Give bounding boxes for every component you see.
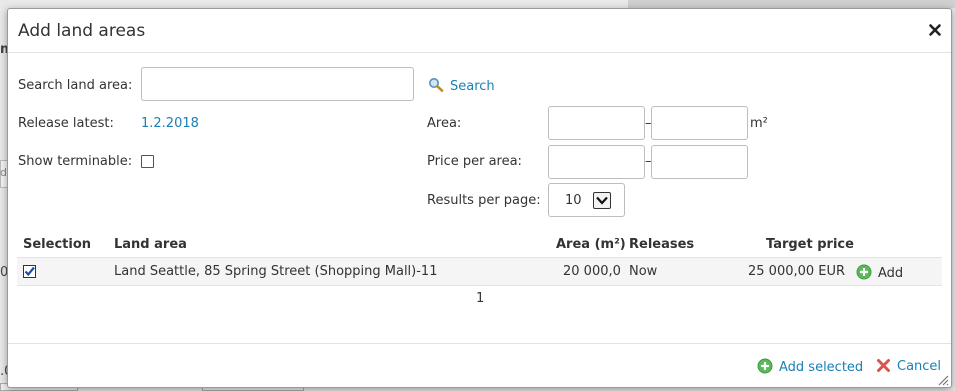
cell-target-price: 25 000,00 EUR <box>748 264 846 279</box>
magnifier-icon <box>428 77 444 96</box>
results-per-page-label: Results per page: <box>427 193 541 208</box>
column-header-selection: Selection <box>23 237 92 252</box>
background-header-strip <box>628 0 955 8</box>
add-selected-button[interactable]: Add selected <box>757 358 863 378</box>
area-label: Area: <box>427 116 462 131</box>
release-label: Release latest: <box>18 116 114 131</box>
price-label: Price per area: <box>427 154 522 169</box>
page-number[interactable]: 1 <box>476 291 484 306</box>
column-header-land-area: Land area <box>114 237 187 252</box>
close-icon[interactable] <box>927 22 943 38</box>
area-max-input[interactable] <box>651 106 748 140</box>
terminable-label: Show terminable: <box>18 154 133 169</box>
background-text-fragment: d <box>0 166 7 179</box>
checkmark-icon <box>24 266 35 277</box>
add-selected-label: Add selected <box>779 360 864 375</box>
add-circle-icon <box>856 264 872 284</box>
column-header-releases: Releases <box>629 237 695 252</box>
dialog-title: Add land areas <box>18 21 146 41</box>
price-min-input[interactable] <box>548 145 645 179</box>
row-select-checkbox[interactable] <box>23 265 36 278</box>
search-button-label: Search <box>450 79 495 94</box>
chevron-down-icon <box>593 192 611 209</box>
row-add-label: Add <box>878 266 904 281</box>
area-unit: m² <box>750 116 768 131</box>
cancel-label: Cancel <box>897 359 942 374</box>
column-header-area: Area (m²) <box>556 237 626 252</box>
cancel-button[interactable]: Cancel <box>876 358 941 377</box>
row-add-button[interactable]: Add <box>856 264 903 284</box>
search-button[interactable]: Search <box>428 77 495 96</box>
table-row: Land Seattle, 85 Spring Street (Shopping… <box>17 257 942 286</box>
cell-area: 20 000,0 <box>563 264 621 279</box>
resize-handle-icon[interactable] <box>937 374 949 386</box>
cell-releases: Now <box>629 264 658 279</box>
cancel-x-icon <box>876 358 891 377</box>
area-min-input[interactable] <box>548 106 645 140</box>
search-input[interactable] <box>141 67 414 101</box>
release-date-link[interactable]: 1.2.2018 <box>141 116 199 131</box>
add-circle-icon <box>757 358 773 378</box>
search-label: Search land area: <box>18 78 133 93</box>
dialog-footer: Add selected Cancel <box>8 343 951 388</box>
add-land-areas-dialog: Add land areas Search land area: Search … <box>7 8 952 388</box>
column-header-target-price: Target price <box>766 237 854 252</box>
results-per-page-value: 10 <box>565 193 582 208</box>
cell-land-area: Land Seattle, 85 Spring Street (Shopping… <box>114 264 438 279</box>
results-per-page-select[interactable]: 10 <box>548 183 625 217</box>
dialog-header: Add land areas <box>8 9 951 53</box>
price-max-input[interactable] <box>651 145 748 179</box>
terminable-checkbox[interactable] <box>141 155 154 168</box>
